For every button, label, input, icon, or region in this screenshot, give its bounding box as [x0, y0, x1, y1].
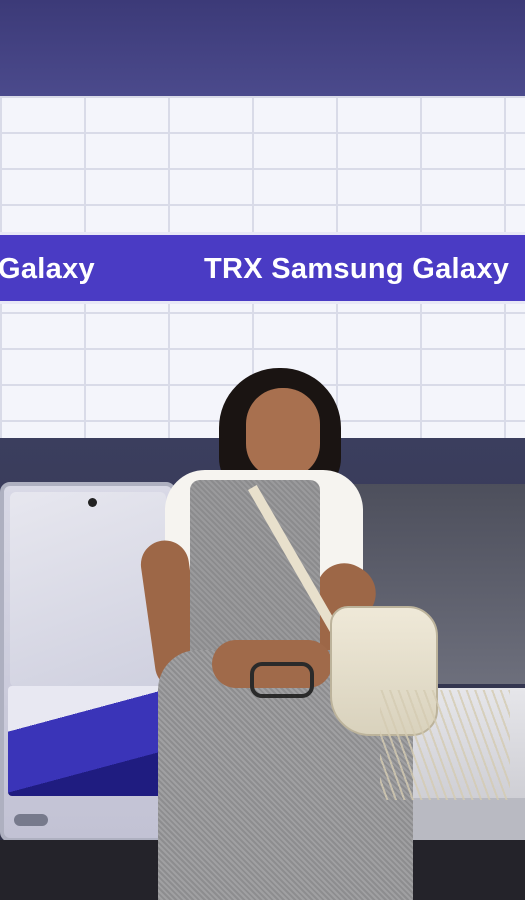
phone-hinge [14, 814, 48, 826]
phone-screen [10, 492, 166, 687]
bag-fringe [380, 690, 510, 800]
phone-shaped-bench [0, 482, 176, 842]
ceiling-band [0, 0, 525, 96]
banner-text-right: TRX Samsung Galaxy [204, 253, 510, 285]
person-face [246, 388, 320, 478]
photo-scene: Galaxy TRX Samsung Galaxy [0, 0, 525, 900]
sunglasses-icon [250, 662, 314, 698]
banner-text-left: Galaxy [0, 253, 95, 285]
phone-camera-icon [88, 498, 97, 507]
phone-wallpaper [8, 686, 166, 796]
galaxy-banner: Galaxy TRX Samsung Galaxy [0, 232, 525, 304]
